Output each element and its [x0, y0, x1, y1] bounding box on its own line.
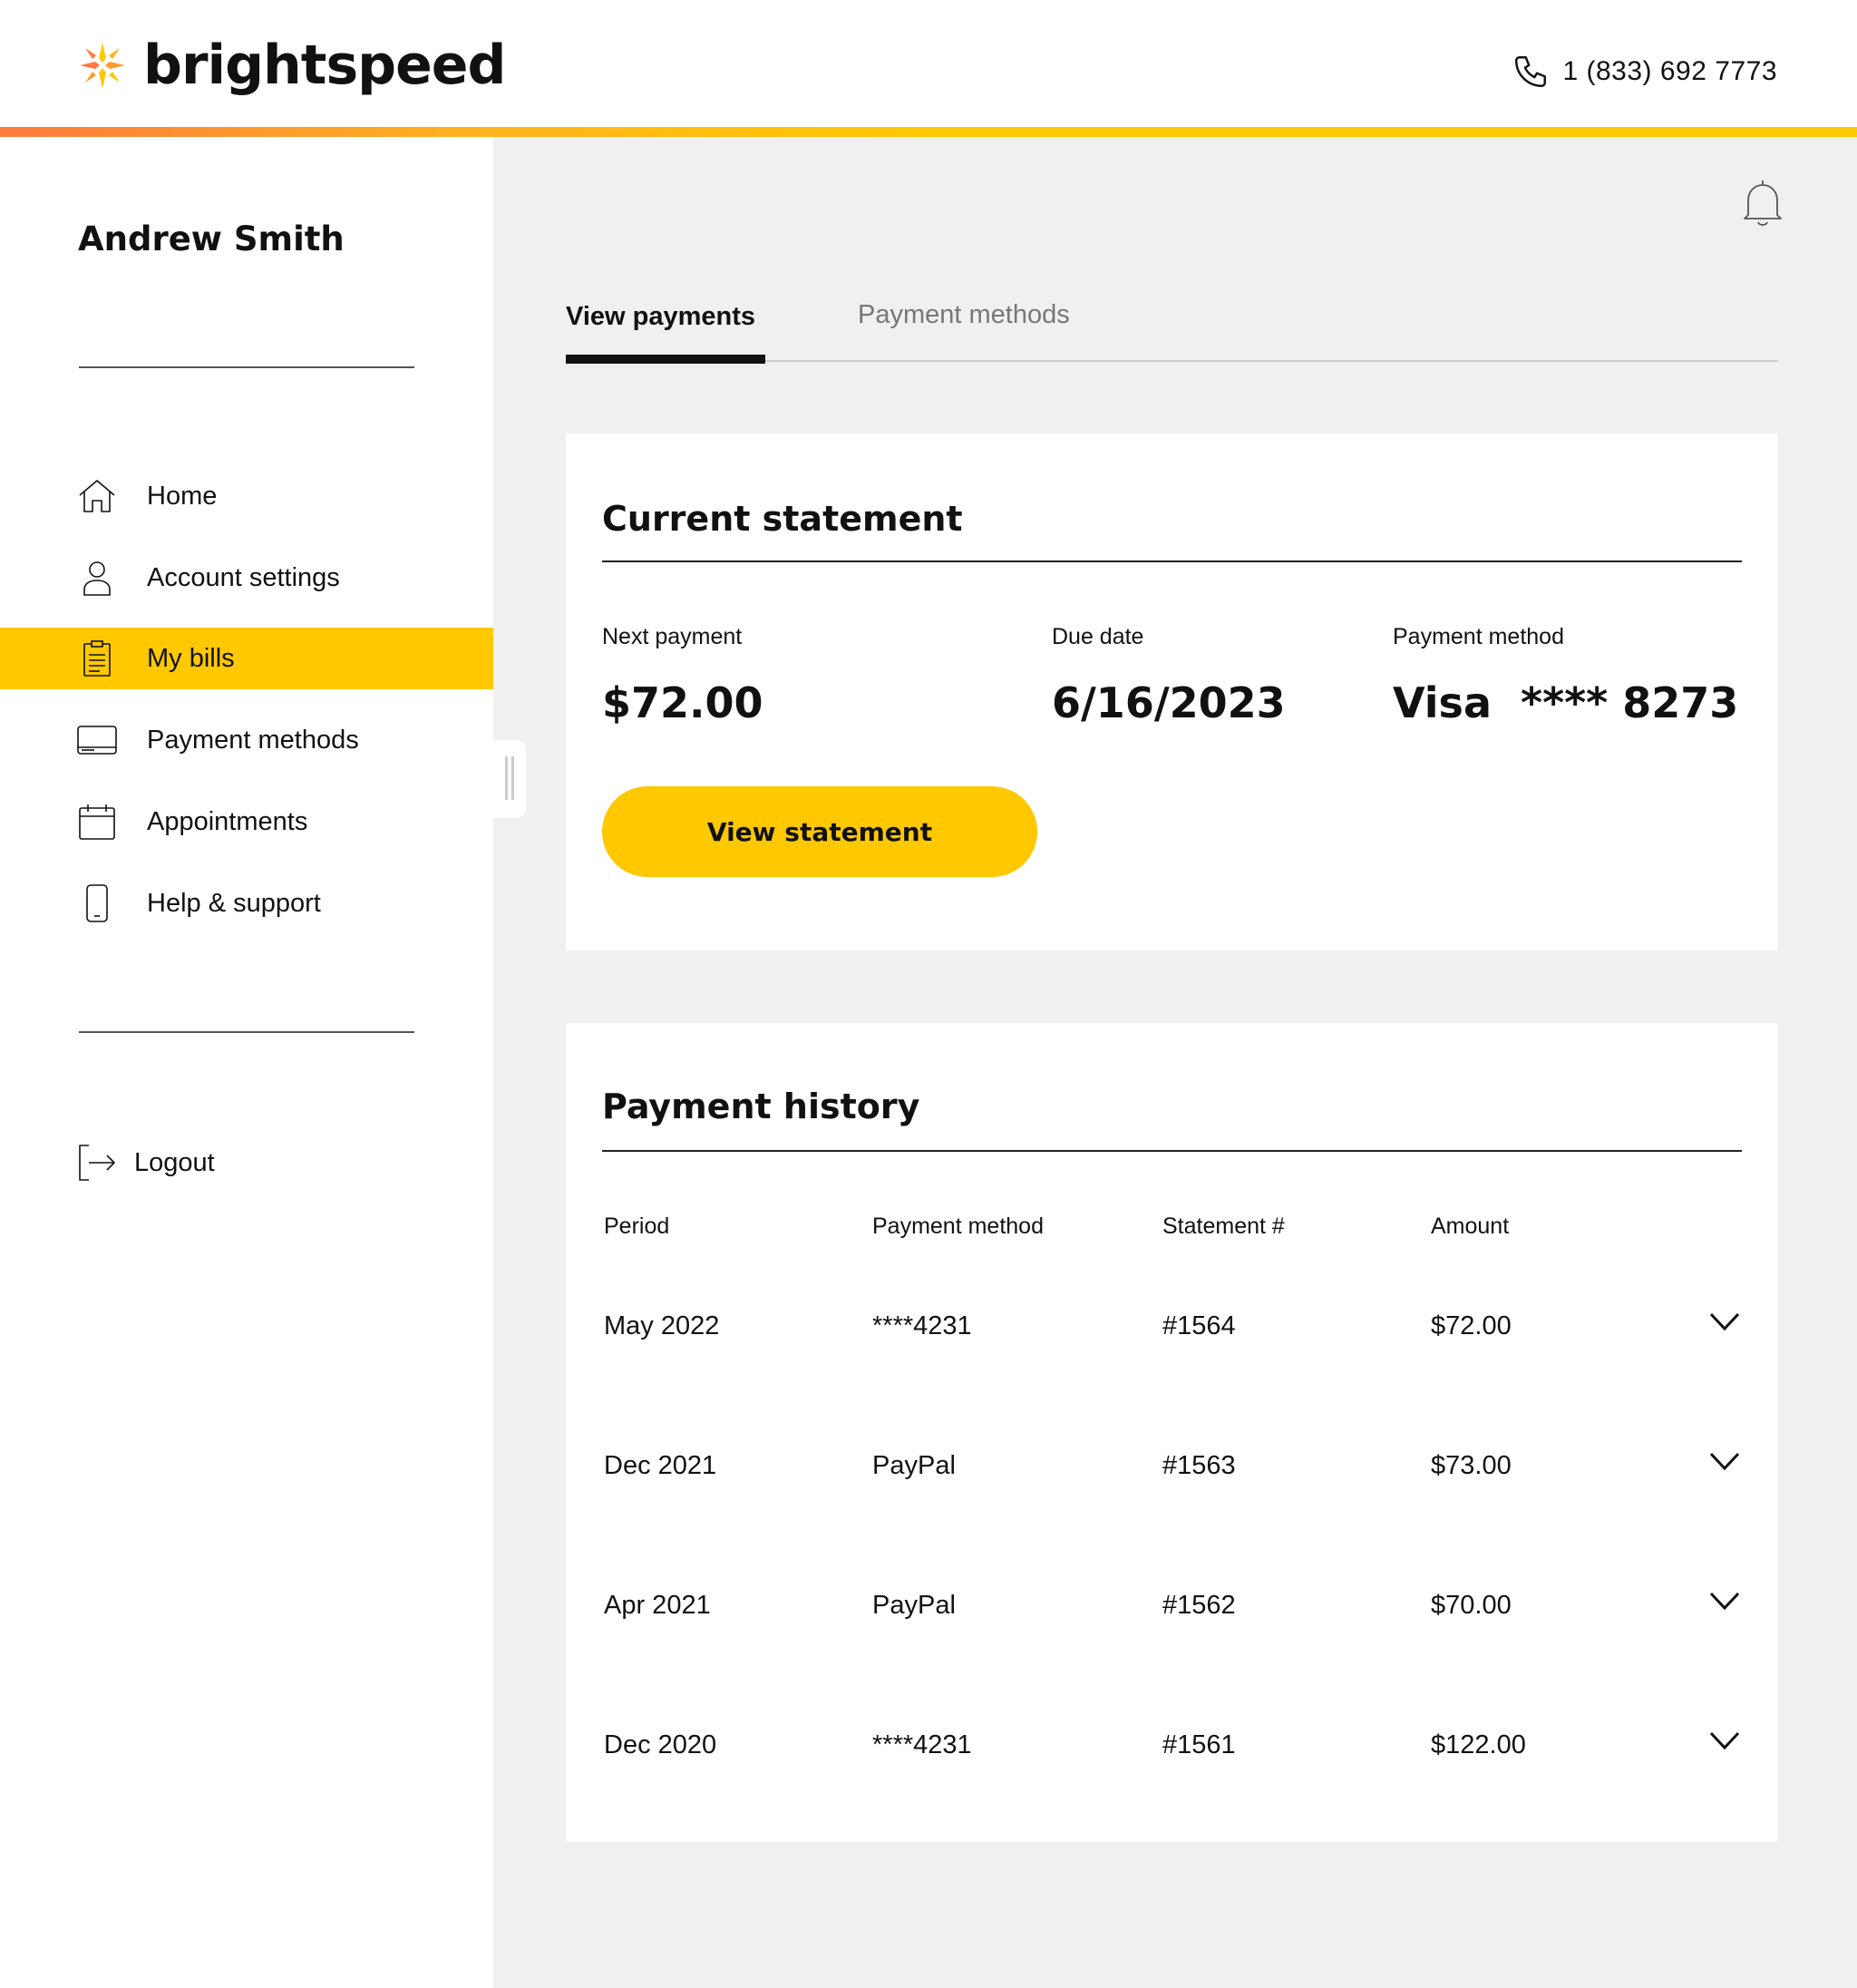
cell-statement: #1563 [1162, 1451, 1236, 1480]
payment-method-value: Visa **** 8273 [1393, 678, 1739, 727]
top-header: brightspeed 1 (833) 692 7773 [0, 0, 1857, 127]
sidebar-item-appointments[interactable]: Appointments [0, 791, 493, 853]
chevron-down-icon[interactable] [1708, 1310, 1741, 1333]
tab-payment-methods[interactable]: Payment methods [858, 291, 1070, 362]
table-row[interactable]: Apr 2021 PayPal #1562 $70.00 [566, 1558, 1778, 1649]
cell-payment-method: ****4231 [872, 1730, 972, 1759]
credit-card-icon [77, 726, 117, 755]
chevron-down-icon[interactable] [1708, 1589, 1741, 1613]
logout-button[interactable]: Logout [0, 1132, 493, 1194]
cell-period: Dec 2020 [604, 1730, 717, 1759]
sidebar-item-account-settings[interactable]: Account settings [0, 547, 493, 609]
due-date-label: Due date [1052, 624, 1144, 649]
chevron-down-icon[interactable] [1708, 1729, 1741, 1752]
column-header-amount: Amount [1431, 1213, 1510, 1239]
payment-history-title: Payment history [602, 1087, 920, 1126]
table-row[interactable]: Dec 2020 ****4231 #1561 $122.00 [566, 1698, 1778, 1788]
table-row[interactable]: May 2022 ****4231 #1564 $72.00 [566, 1279, 1778, 1369]
cell-period: Dec 2021 [604, 1451, 717, 1480]
cell-statement: #1564 [1162, 1311, 1236, 1340]
sidebar-resize-handle[interactable] [493, 740, 526, 818]
sidebar-item-label: Appointments [147, 806, 308, 836]
card-divider [602, 560, 1742, 562]
sidebar-item-label: Help & support [147, 888, 321, 918]
logout-label: Logout [134, 1147, 215, 1177]
user-icon [83, 561, 111, 596]
sidebar-item-home[interactable]: Home [0, 465, 493, 527]
sidebar-item-my-bills[interactable]: My bills [0, 628, 493, 689]
calendar-icon [79, 804, 115, 840]
payments-tabs: View payments Payment methods [566, 291, 1778, 364]
card-divider [602, 1150, 1742, 1152]
cell-payment-method: PayPal [872, 1591, 956, 1620]
cell-amount: $70.00 [1431, 1591, 1512, 1620]
cell-period: May 2022 [604, 1311, 720, 1340]
brand-name: brightspeed [143, 34, 506, 97]
user-name: Andrew Smith [78, 219, 345, 258]
phone-number[interactable]: 1 (833) 692 7773 [1562, 56, 1777, 87]
clipboard-icon [83, 640, 111, 677]
sidebar-divider-top [79, 366, 414, 368]
payment-method-label: Payment method [1393, 624, 1564, 649]
payment-history-card: Payment history Period Payment method St… [566, 1023, 1778, 1842]
brand-logo[interactable]: brightspeed [78, 34, 506, 97]
logout-icon [79, 1145, 115, 1181]
support-phone[interactable]: 1 (833) 692 7773 [1512, 53, 1777, 91]
column-header-statement: Statement # [1162, 1213, 1285, 1239]
cell-amount: $72.00 [1431, 1311, 1512, 1340]
home-icon [79, 480, 115, 512]
main-content: View payments Payment methods Current st… [493, 137, 1857, 1988]
cell-payment-method: ****4231 [872, 1311, 972, 1340]
cell-payment-method: PayPal [872, 1451, 956, 1480]
cell-amount: $73.00 [1431, 1451, 1512, 1480]
sidebar-item-label: My bills [147, 643, 235, 673]
chevron-down-icon[interactable] [1708, 1449, 1741, 1473]
due-date-value: 6/16/2023 [1052, 678, 1286, 727]
sidebar: Andrew Smith Home Account settings My bi… [0, 137, 493, 1988]
sidebar-item-payment-methods[interactable]: Payment methods [0, 709, 493, 771]
table-row[interactable]: Dec 2021 PayPal #1563 $73.00 [566, 1418, 1778, 1509]
sidebar-divider-bottom [79, 1031, 414, 1033]
sidebar-item-help-support[interactable]: Help & support [0, 872, 493, 934]
sidebar-item-label: Account settings [147, 562, 340, 592]
next-payment-label: Next payment [602, 624, 743, 649]
tab-view-payments[interactable]: View payments [566, 291, 765, 364]
header-accent-bar [0, 127, 1857, 137]
cell-amount: $122.00 [1431, 1730, 1526, 1759]
notification-bell-icon[interactable] [1739, 177, 1786, 228]
view-statement-button[interactable]: View statement [602, 786, 1037, 877]
column-header-payment-method: Payment method [872, 1213, 1044, 1239]
cell-statement: #1561 [1162, 1730, 1236, 1759]
sidebar-item-label: Home [147, 481, 218, 511]
phone-device-icon [86, 884, 108, 922]
column-header-period: Period [604, 1213, 670, 1239]
sidebar-item-label: Payment methods [147, 725, 359, 755]
cell-period: Apr 2021 [604, 1591, 711, 1620]
brightspeed-logo-icon [80, 43, 125, 88]
next-payment-value: $72.00 [602, 678, 763, 727]
current-statement-title: Current statement [602, 499, 963, 539]
cell-statement: #1562 [1162, 1591, 1236, 1620]
phone-icon [1515, 56, 1547, 87]
current-statement-card: Current statement Next payment $72.00 Du… [566, 434, 1778, 950]
